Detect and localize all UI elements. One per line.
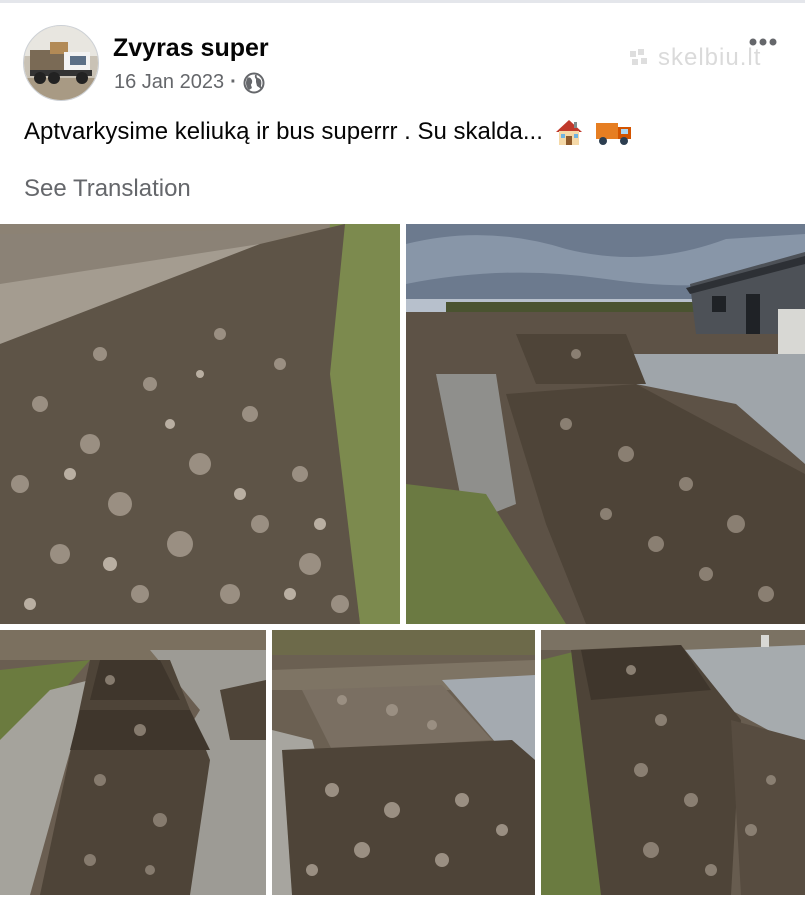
meta-separator: ·: [230, 71, 237, 93]
gravel-pile-road-photo[interactable]: [0, 224, 400, 624]
post-text-row: Aptvarkysime keliuką ir bus superrr . Su…: [24, 117, 633, 147]
post-meta: 16 Jan 2023 ·: [114, 71, 265, 94]
post-text: Aptvarkysime keliuką ir bus superrr . Su…: [24, 118, 543, 145]
muddy-track-gravel-photo[interactable]: [0, 630, 266, 895]
globe-icon[interactable]: [243, 72, 265, 94]
author-name[interactable]: Zvyras super: [113, 34, 269, 63]
top-divider: [0, 0, 805, 3]
watermark-text: skelbiu.lt: [658, 44, 762, 71]
watermark-logo-icon: [630, 49, 647, 65]
watermark: skelbiu.lt: [628, 44, 761, 72]
avatar[interactable]: [23, 25, 99, 101]
gravel-road-field-photo[interactable]: [541, 630, 805, 895]
delivery-truck-icon: [595, 123, 631, 145]
see-translation-link[interactable]: See Translation: [24, 175, 191, 203]
house-icon: [555, 120, 582, 145]
post-date[interactable]: 16 Jan 2023: [114, 71, 224, 94]
muddy-road-house-photo[interactable]: [406, 224, 805, 624]
gravel-heaps-water-photo[interactable]: [272, 630, 535, 895]
